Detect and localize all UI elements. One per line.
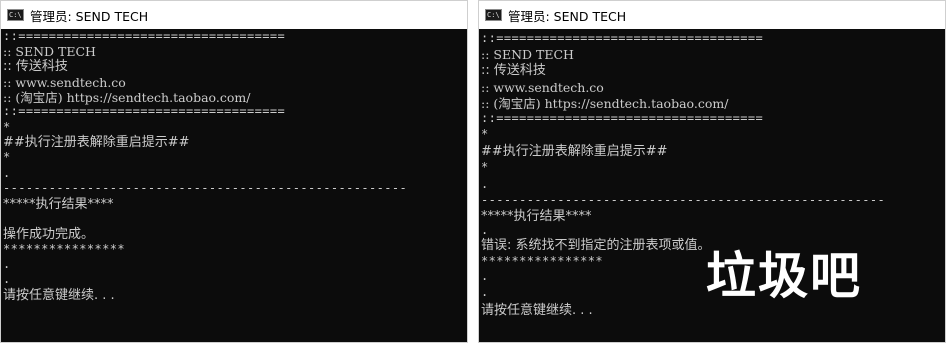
console-line: :: 传送科技 [3, 59, 68, 74]
console-line: :: www.sendtech.co [3, 75, 126, 90]
window-title: 管理员: SEND TECH [508, 8, 627, 24]
console-line: . [481, 223, 489, 237]
console-line: . [481, 269, 489, 283]
console-line: . [3, 272, 11, 286]
title-bar[interactable]: C:\ 管理员: SEND TECH [479, 1, 945, 29]
console-line: . [3, 166, 11, 180]
console-line: ##执行注册表解除重启提示## [3, 135, 190, 150]
console-line: 请按任意键继续. . . [3, 288, 115, 303]
window-title: 管理员: SEND TECH [30, 8, 149, 24]
console-line: . [481, 285, 489, 299]
console-line: **************** [3, 242, 125, 256]
console-line: * [481, 127, 489, 141]
cmd-console-icon: C:\ [485, 9, 502, 21]
console-line: *****执行结果**** [481, 209, 592, 224]
console-output[interactable]: ::=================================== ::… [1, 29, 467, 342]
console-line: *****执行结果**** [3, 197, 114, 212]
console-line: . [3, 257, 11, 271]
title-bar[interactable]: C:\ 管理员: SEND TECH [1, 1, 467, 29]
console-line: ::=================================== [481, 111, 764, 125]
console-line: * [481, 160, 489, 174]
console-line: * [3, 150, 11, 164]
console-line: 错误: 系统找不到指定的注册表项或值。 [481, 238, 711, 253]
console-line: :: SEND TECH [481, 47, 574, 62]
console-line: 请按任意键继续. . . [481, 303, 593, 318]
console-line: :: 传送科技 [481, 63, 546, 78]
cmd-console-icon: C:\ [7, 9, 24, 21]
console-line: ----------------------------------------… [3, 181, 408, 195]
console-window-left: C:\ 管理员: SEND TECH ::===================… [0, 0, 468, 343]
console-line: :: SEND TECH [3, 44, 96, 59]
console-line: ::=================================== [3, 104, 286, 118]
console-line: . [481, 177, 489, 191]
console-line: ##执行注册表解除重启提示## [481, 144, 668, 159]
console-line: **************** [481, 254, 603, 268]
console-line: ::=================================== [3, 29, 286, 43]
console-line: * [3, 120, 11, 134]
console-line: ::=================================== [481, 31, 764, 45]
console-line: :: (淘宝店) https://sendtech.taobao.com/ [481, 96, 729, 111]
console-line: :: (淘宝店) https://sendtech.taobao.com/ [3, 90, 251, 105]
console-line: ----------------------------------------… [481, 193, 886, 207]
watermark-text: 垃圾吧 [706, 247, 862, 305]
console-line: 操作成功完成。 [3, 227, 95, 242]
console-line: :: www.sendtech.co [481, 80, 604, 95]
